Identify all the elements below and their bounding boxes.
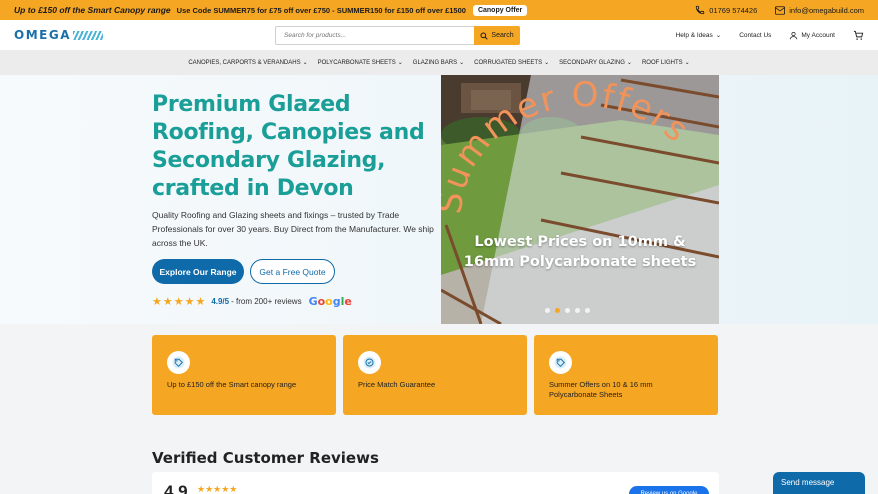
send-message-button[interactable]: Send message [773, 472, 865, 494]
help-ideas-label: Help & Ideas [675, 31, 713, 39]
chevron-down-icon: ⌄ [626, 60, 632, 66]
slide-text: Lowest Prices on 10mm & 16mm Polycarbona… [441, 232, 719, 272]
reviews-star-icon: ★★★★★ [197, 484, 238, 494]
user-icon [790, 31, 798, 39]
promo-codes: Use Code SUMMER75 for £75 off over £750 … [176, 5, 466, 15]
cart-icon [853, 30, 864, 40]
chevron-down-icon: ⌄ [459, 60, 465, 66]
feature-card-label: Up to £150 off the Smart canopy range [167, 380, 297, 389]
carousel-dot-active[interactable] [555, 308, 560, 313]
canopy-offer-button[interactable]: Canopy Offer [472, 4, 528, 16]
site-header: OMEGA Search Help & Ideas ⌄ Contact Us M… [0, 20, 878, 50]
email-link[interactable]: info@omegabuild.com [775, 6, 864, 15]
search-button-label: Search [491, 32, 514, 39]
hero-subtitle: Quality Roofing and Glazing sheets and f… [152, 210, 434, 248]
check-badge-icon [358, 351, 381, 374]
carousel-dot[interactable] [585, 308, 590, 313]
star-rating-icon: ★★★★★ [152, 296, 207, 308]
chevron-down-icon: ⌄ [544, 60, 550, 66]
nav-label: SECONDARY GLAZING [559, 59, 625, 66]
phone-icon [696, 5, 705, 15]
feature-card-price-match[interactable]: Price Match Guarantee [343, 335, 527, 415]
carousel-dot[interactable] [575, 308, 580, 313]
nav-item-polycarbonate[interactable]: POLYCARBONATE SHEETS ⌄ [313, 59, 408, 67]
carousel-dot[interactable] [545, 308, 550, 313]
feature-card-summer-offers[interactable]: Summer Offers on 10 & 16 mm Polycarbonat… [534, 335, 718, 415]
explore-range-button[interactable]: Explore Our Range [152, 259, 244, 284]
promo-bar: Up to £150 off the Smart Canopy range Us… [0, 0, 878, 20]
mail-icon [775, 5, 786, 15]
phone-number: 01769 574426 [709, 5, 758, 15]
phone-link[interactable]: 01769 574426 [695, 5, 757, 15]
contact-link[interactable]: Contact Us [739, 32, 771, 39]
nav-item-roof-lights[interactable]: ROOF LIGHTS ⌄ [637, 59, 695, 67]
slide-text-line2: 16mm Polycarbonate sheets [463, 254, 697, 270]
email-address: info@omegabuild.com [789, 5, 864, 15]
nav-label: CANOPIES, CARPORTS & VERANDAHS [188, 59, 301, 66]
chevron-down-icon: ⌄ [684, 60, 690, 66]
carousel-dot[interactable] [565, 308, 570, 313]
cart-button[interactable] [853, 30, 864, 41]
slide-text-line1: Lowest Prices on 10mm & [474, 234, 686, 250]
feature-card-label: Price Match Guarantee [358, 380, 436, 389]
logo-text: OMEGA [14, 28, 71, 42]
review-on-google-button[interactable]: Review us on Google [629, 486, 709, 494]
nav-label: POLYCARBONATE SHEETS [317, 59, 396, 66]
hero-carousel[interactable]: Summer Offers Lowest Prices on 10mm & 16… [441, 75, 719, 324]
chevron-down-icon: ⌄ [397, 60, 403, 66]
carousel-dots [545, 308, 590, 313]
contact-label: Contact Us [739, 31, 772, 39]
feature-card-label: Summer Offers on 10 & 16 mm Polycarbonat… [549, 380, 653, 399]
reviews-widget: 4.9 ★★★★★ Review us on Google [152, 472, 719, 494]
hero-section: Premium Glazed Roofing, Canopies and Sec… [0, 75, 878, 324]
search-input[interactable] [275, 26, 474, 45]
reviews-score: 4.9 [164, 482, 188, 494]
tag-icon [167, 351, 190, 374]
nav-item-corrugated[interactable]: CORRUGATED SHEETS ⌄ [469, 59, 554, 67]
chevron-down-icon: ⌄ [715, 32, 722, 39]
nav-item-glazing-bars[interactable]: GLAZING BARS ⌄ [408, 59, 469, 67]
account-link[interactable]: My Account [789, 31, 835, 40]
feature-cards: Up to £150 off the Smart canopy range Pr… [152, 335, 718, 415]
logo-stripes [72, 30, 103, 40]
free-quote-button[interactable]: Get a Free Quote [250, 259, 335, 284]
main-nav: CANOPIES, CARPORTS & VERANDAHS ⌄ POLYCARB… [0, 50, 878, 75]
nav-item-secondary-glazing[interactable]: SECONDARY GLAZING ⌄ [554, 59, 637, 67]
tag-icon [549, 351, 572, 374]
search-button[interactable]: Search [474, 26, 520, 45]
reviews-title: Verified Customer Reviews [152, 449, 379, 467]
nav-label: GLAZING BARS [412, 59, 458, 66]
chevron-down-icon: ⌄ [302, 60, 308, 66]
rating-value: 4.9/5 [211, 297, 230, 306]
nav-item-canopies[interactable]: CANOPIES, CARPORTS & VERANDAHS ⌄ [183, 59, 312, 67]
rating-summary: ★★★★★ 4.9/5 - from 200+ reviews Google [152, 295, 352, 308]
promo-lead: Up to £150 off the Smart Canopy range [14, 5, 171, 15]
feature-card-canopy-offer[interactable]: Up to £150 off the Smart canopy range [152, 335, 336, 415]
nav-label: CORRUGATED SHEETS [474, 59, 543, 66]
nav-label: ROOF LIGHTS [641, 59, 683, 66]
rating-text: - from 200+ reviews [231, 297, 302, 306]
account-label: My Account [801, 31, 835, 39]
search-bar: Search [275, 26, 520, 45]
help-ideas-menu[interactable]: Help & Ideas ⌄ [675, 31, 722, 40]
omega-logo[interactable]: OMEGA [14, 28, 126, 42]
slide-image: Summer Offers [441, 75, 719, 324]
hero-title: Premium Glazed Roofing, Canopies and Sec… [152, 92, 425, 201]
google-logo: Google [308, 295, 352, 308]
search-icon [480, 32, 489, 40]
